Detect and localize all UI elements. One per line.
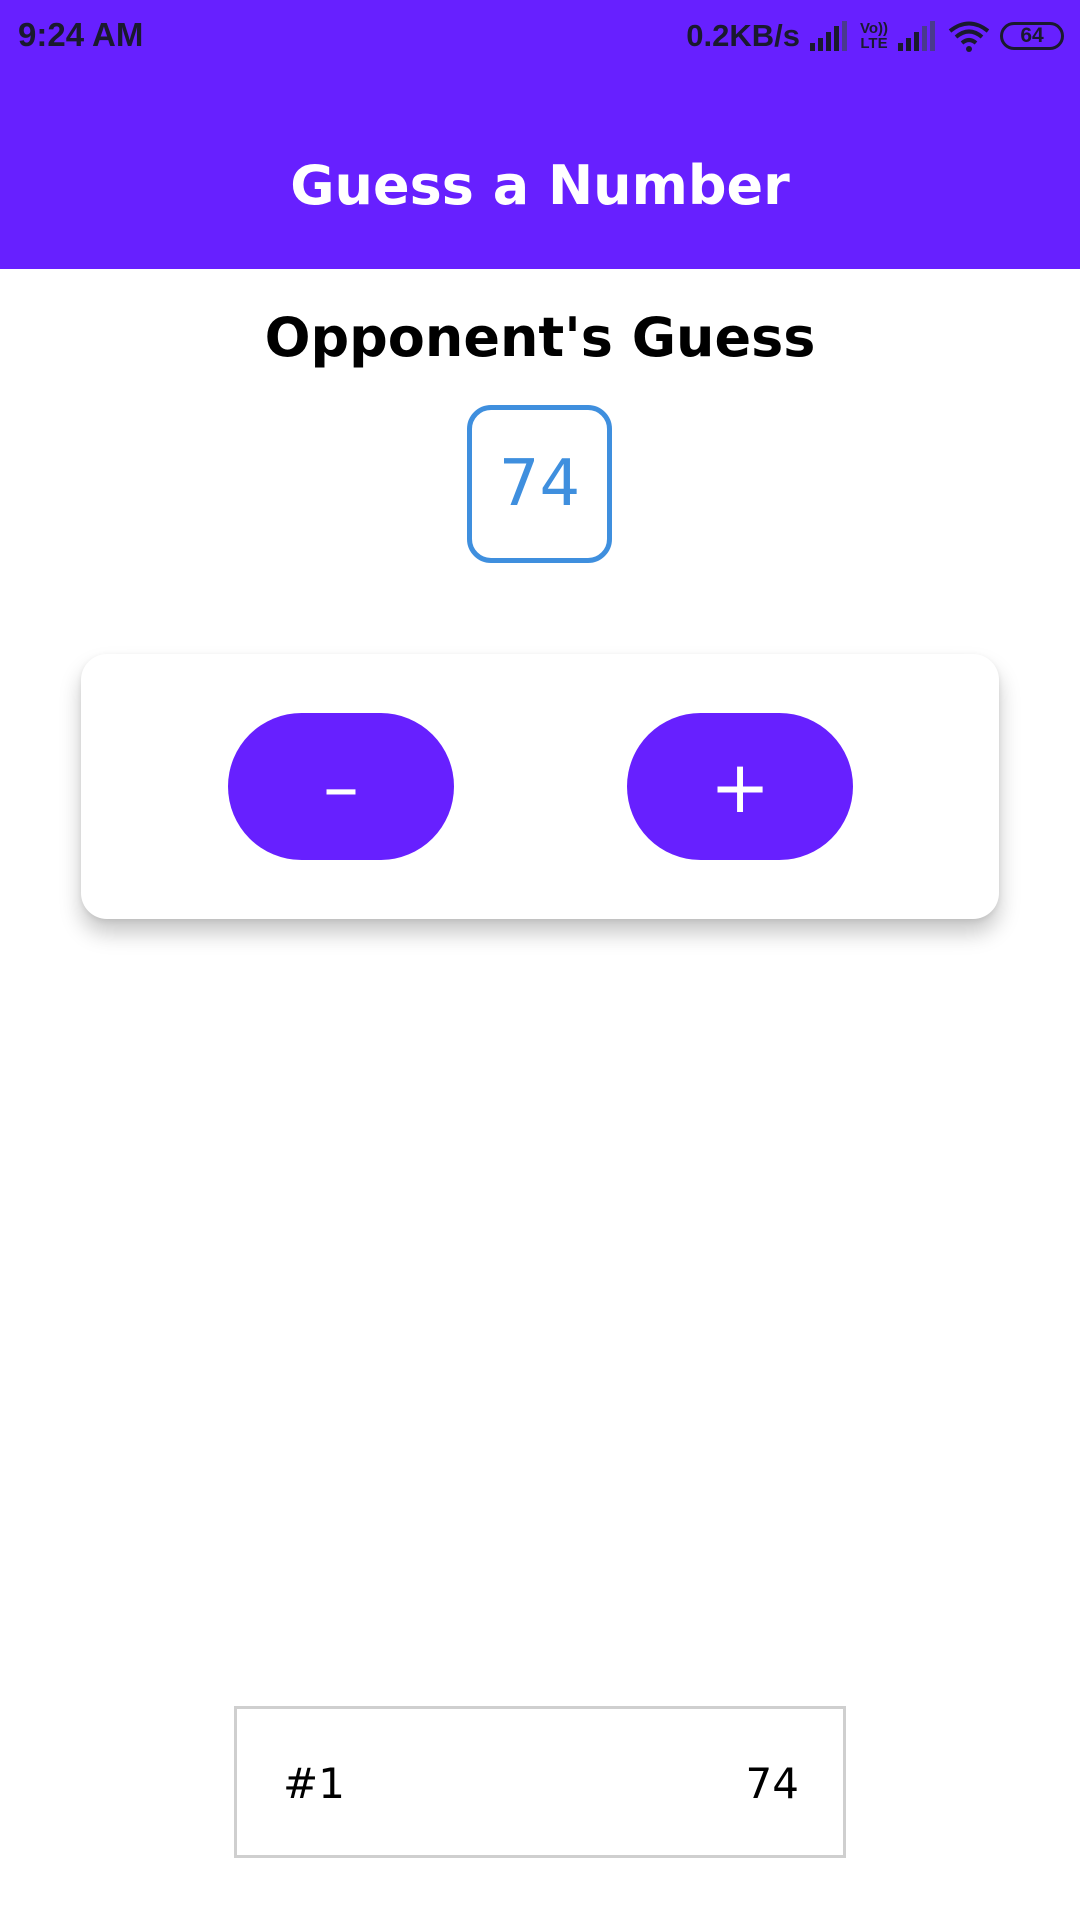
controls-card: – + [81, 654, 999, 919]
network-speed: 0.2KB/s [686, 18, 800, 53]
opponent-guess-heading: Opponent's Guess [264, 306, 816, 369]
current-guess-display: 74 [467, 405, 612, 563]
plus-icon: + [709, 744, 771, 829]
volte-top: Vo)) [859, 20, 888, 37]
list-item: #1 74 [234, 1706, 846, 1858]
lower-button[interactable]: – [228, 713, 454, 860]
status-bar: 9:24 AM 0.2KB/s Vo)) LTE 64 [0, 0, 1080, 72]
signal-icon [809, 21, 847, 51]
volte-icon: Vo)) LTE [860, 21, 888, 51]
status-time: 9:24 AM [18, 16, 144, 53]
round-number: #1 [283, 1759, 345, 1808]
round-guess-value: 74 [745, 1759, 799, 1808]
page-title: Guess a Number [290, 154, 790, 217]
higher-button[interactable]: + [627, 713, 853, 860]
current-guess-value: 74 [498, 447, 581, 521]
app-header: Guess a Number [0, 72, 1080, 269]
status-indicators: 0.2KB/s Vo)) LTE 64 [686, 14, 1064, 58]
signal-icon [898, 21, 935, 51]
battery-icon: 64 [1000, 22, 1064, 50]
volte-bottom: LTE [860, 35, 888, 52]
minus-icon: – [323, 744, 359, 829]
wifi-icon [948, 21, 990, 52]
